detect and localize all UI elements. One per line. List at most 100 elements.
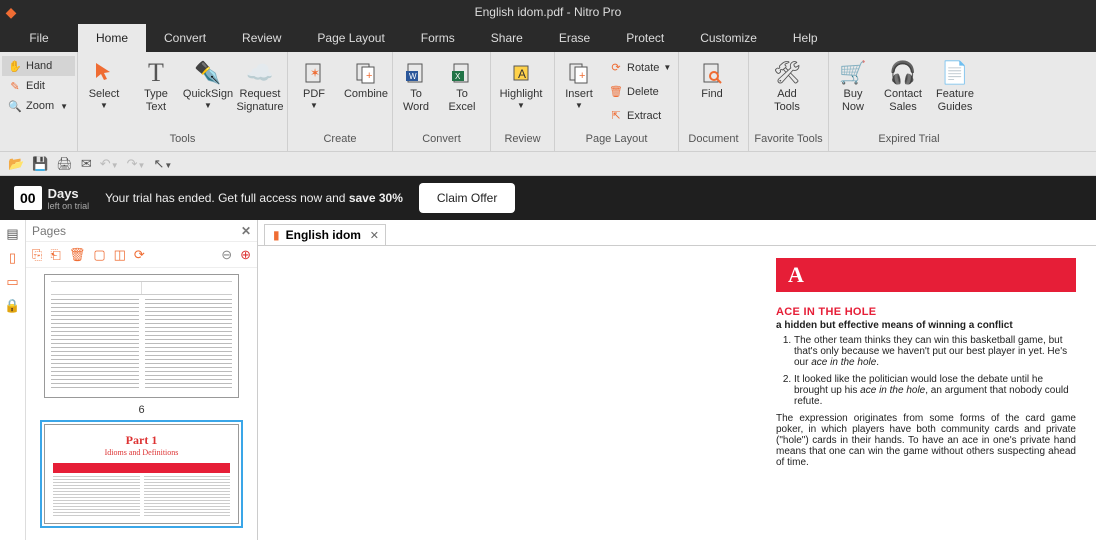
page-thumbnail[interactable] bbox=[44, 274, 239, 398]
page-view[interactable]: A ACE IN THE HOLE a hidden but effective… bbox=[258, 246, 1096, 540]
svg-text:W: W bbox=[409, 72, 417, 81]
pdf-button[interactable]: ✶PDF▼ bbox=[288, 52, 340, 110]
section-letter: A bbox=[776, 258, 1076, 292]
tab-convert[interactable]: Convert bbox=[146, 24, 224, 52]
tab-customize[interactable]: Customize bbox=[682, 24, 775, 52]
svg-text:A: A bbox=[518, 67, 526, 81]
excel-icon: X bbox=[439, 58, 485, 88]
tab-forms[interactable]: Forms bbox=[403, 24, 473, 52]
idiom-origin: The expression originates from some form… bbox=[776, 413, 1076, 468]
tab-protect[interactable]: Protect bbox=[608, 24, 682, 52]
rotate-page-icon[interactable]: ⟳ bbox=[134, 247, 145, 263]
print-icon[interactable]: 🖨 bbox=[56, 156, 73, 172]
page-number-label: 6 bbox=[44, 404, 239, 416]
group-fav-tools-caption: Favorite Tools bbox=[749, 133, 828, 151]
contact-sales-button[interactable]: 🎧Contact Sales bbox=[877, 52, 929, 113]
example-2: It looked like the politician would lose… bbox=[794, 374, 1076, 407]
hand-icon: ✋ bbox=[8, 59, 22, 73]
trial-message: Your trial has ended. Get full access no… bbox=[105, 191, 403, 205]
group-document-caption: Document bbox=[679, 133, 748, 151]
rotate-button[interactable]: ⟳Rotate▼ bbox=[603, 56, 677, 80]
insert-button[interactable]: +Insert▼ bbox=[555, 52, 603, 110]
svg-text:✶: ✶ bbox=[310, 66, 320, 80]
idiom-title: ACE IN THE HOLE bbox=[776, 306, 1076, 318]
pdf-file-icon: ▮ bbox=[273, 228, 280, 242]
tab-erase[interactable]: Erase bbox=[541, 24, 608, 52]
tab-help[interactable]: Help bbox=[775, 24, 836, 52]
combine-button[interactable]: +Combine bbox=[340, 52, 392, 101]
bookmarks-icon[interactable]: ▯ bbox=[9, 250, 16, 266]
document-tab[interactable]: ▮ English idom ✕ bbox=[264, 224, 386, 245]
close-panel-icon[interactable]: ✕ bbox=[241, 224, 251, 238]
crop-page-icon[interactable]: ◫ bbox=[114, 247, 126, 263]
word-icon: W bbox=[393, 58, 439, 88]
to-word-button[interactable]: WTo Word bbox=[393, 52, 439, 113]
email-icon[interactable]: ✉ bbox=[81, 156, 92, 172]
rotate-icon: ⟳ bbox=[609, 61, 623, 75]
feature-guides-button[interactable]: 📄Feature Guides bbox=[929, 52, 981, 113]
menu-file[interactable]: File bbox=[0, 24, 78, 52]
select-button[interactable]: Select▼ bbox=[78, 52, 130, 110]
claim-offer-button[interactable]: Claim Offer bbox=[419, 183, 515, 213]
window-title: English idom.pdf - Nitro Pro bbox=[0, 5, 1096, 19]
quicksign-button[interactable]: ✒️QuickSign▼ bbox=[182, 52, 234, 110]
highlight-button[interactable]: AHighlight▼ bbox=[491, 52, 551, 110]
menu-bar: File Home Convert Review Page Layout For… bbox=[0, 24, 1096, 52]
pen-icon: ✒️ bbox=[182, 58, 234, 88]
extract-page-icon[interactable]: ⎗ bbox=[50, 247, 60, 263]
type-text-icon: T bbox=[130, 58, 182, 88]
security-icon[interactable]: 🔒 bbox=[4, 298, 20, 314]
zoom-in-icon[interactable]: ⊕ bbox=[240, 247, 251, 263]
add-tools-button[interactable]: 🛠Add Tools bbox=[749, 52, 825, 113]
thumbnails[interactable]: 6 Part 1 Idioms and Definitions bbox=[26, 268, 257, 540]
pages-panel-title: Pages bbox=[32, 224, 66, 238]
document-tabs: ▮ English idom ✕ bbox=[258, 220, 1096, 246]
edit-icon: ✎ bbox=[8, 79, 22, 93]
tab-share[interactable]: Share bbox=[473, 24, 541, 52]
tab-page-layout[interactable]: Page Layout bbox=[299, 24, 402, 52]
document-area: ▮ English idom ✕ A ACE IN THE HOLE a hid… bbox=[258, 220, 1096, 540]
type-text-button[interactable]: TType Text bbox=[130, 52, 182, 113]
extract-button[interactable]: ⇱Extract bbox=[603, 104, 677, 128]
idiom-definition: a hidden but effective means of winning … bbox=[776, 320, 1076, 331]
headset-icon: 🎧 bbox=[877, 58, 929, 88]
trial-left-label: left on trial bbox=[48, 201, 90, 211]
hand-tool[interactable]: ✋Hand bbox=[2, 56, 75, 76]
request-signature-button[interactable]: ☁️Request Signature bbox=[234, 52, 286, 113]
cursor-icon bbox=[78, 58, 130, 88]
pages-panel: Pages ✕ ⎘ ⎗ 🗑 ▢ ◫ ⟳ ⊖ ⊕ 6 Part 1 bbox=[26, 220, 258, 540]
trial-days-badge: 00 bbox=[14, 186, 42, 210]
delete-page-icon[interactable]: 🗑 bbox=[69, 247, 86, 263]
trash-icon: 🗑 bbox=[609, 85, 623, 99]
cursor-mode-icon[interactable]: ↖▼ bbox=[153, 156, 172, 172]
cart-icon: 🛒 bbox=[829, 58, 877, 88]
pages-panel-icon[interactable]: ▤ bbox=[6, 226, 18, 242]
app-logo-icon: ◆ bbox=[0, 4, 22, 21]
tab-review[interactable]: Review bbox=[224, 24, 299, 52]
edit-tool[interactable]: ✎Edit bbox=[2, 76, 75, 96]
buy-now-button[interactable]: 🛒Buy Now bbox=[829, 52, 877, 113]
new-pdf-icon: ✶ bbox=[288, 58, 340, 88]
close-tab-icon[interactable]: ✕ bbox=[370, 229, 379, 242]
signatures-icon[interactable]: ▭ bbox=[6, 274, 18, 290]
to-excel-button[interactable]: XTo Excel bbox=[439, 52, 485, 113]
ribbon: ✋Hand ✎Edit 🔍Zoom▼ Select▼ TType Text ✒️… bbox=[0, 52, 1096, 152]
save-icon[interactable]: 💾 bbox=[32, 156, 48, 172]
page-thumbnail-selected[interactable]: Part 1 Idioms and Definitions bbox=[44, 424, 239, 524]
undo-icon[interactable]: ↶▼ bbox=[100, 156, 119, 172]
trial-days-label: Days bbox=[48, 186, 90, 201]
tab-home[interactable]: Home bbox=[78, 24, 146, 52]
open-icon[interactable]: 📂 bbox=[8, 156, 24, 172]
ribbon-left-panel: ✋Hand ✎Edit 🔍Zoom▼ bbox=[0, 52, 78, 151]
zoom-tool[interactable]: 🔍Zoom▼ bbox=[2, 96, 75, 116]
title-bar: ◆ English idom.pdf - Nitro Pro bbox=[0, 0, 1096, 24]
replace-page-icon[interactable]: ▢ bbox=[93, 247, 105, 263]
group-page-layout-caption: Page Layout bbox=[555, 133, 678, 151]
insert-page-icon: + bbox=[555, 58, 603, 88]
delete-page-button[interactable]: 🗑Delete bbox=[603, 80, 677, 104]
zoom-out-icon[interactable]: ⊖ bbox=[221, 247, 232, 263]
find-button[interactable]: Find bbox=[679, 52, 745, 101]
group-convert-caption: Convert bbox=[393, 133, 490, 151]
redo-icon[interactable]: ↷▼ bbox=[127, 156, 146, 172]
insert-page-icon[interactable]: ⎘ bbox=[32, 247, 42, 263]
